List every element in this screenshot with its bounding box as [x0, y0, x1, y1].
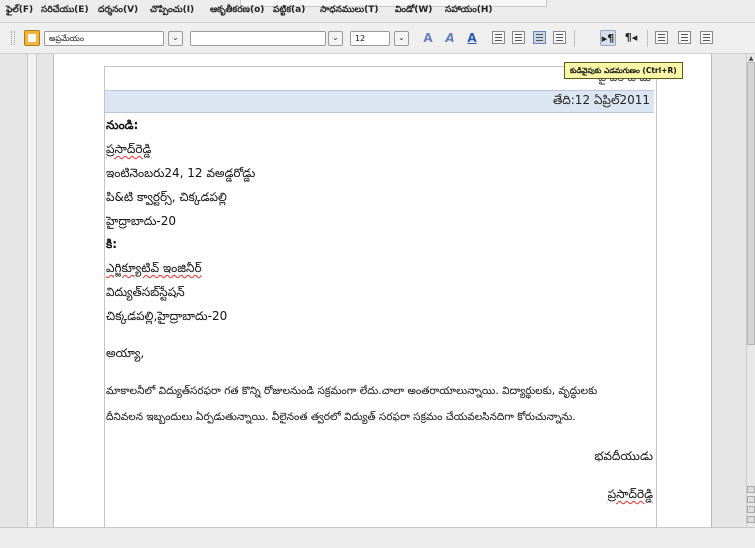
previous-page-icon[interactable]: [747, 486, 755, 493]
menu-window[interactable]: విండో(W): [395, 5, 432, 17]
font-color-icon[interactable]: A: [464, 30, 480, 46]
font-name-select[interactable]: [190, 31, 326, 46]
right-to-left-icon[interactable]: ¶◂: [623, 30, 639, 46]
sender-address-line2: పి&టి క్వార్టర్స్, చిక్కడపల్లి: [106, 190, 227, 204]
to-label: కి:: [106, 237, 118, 251]
align-center-icon[interactable]: [512, 31, 525, 44]
sender-address-line1: ఇంటినెంబరు24, 12 వఅడ్డరోడ్డు: [106, 166, 256, 180]
fontwork-icon[interactable]: A: [420, 30, 436, 46]
menu-help[interactable]: సహాయం(H): [445, 5, 493, 17]
italic-effect-icon[interactable]: A: [442, 30, 458, 46]
menu-insert[interactable]: చొప్పించు(I): [150, 5, 194, 17]
font-name-dropdown-button[interactable]: ⌄: [328, 31, 343, 46]
toolbar-grip[interactable]: [11, 31, 15, 45]
justify-icon[interactable]: [553, 31, 566, 44]
scroll-down-icon[interactable]: [747, 516, 755, 523]
sender-name: ప్రసాద్‌రెడ్డి: [106, 142, 152, 156]
signature: ప్రసాద్‌రెడ్డి: [607, 487, 653, 501]
recipient-city: చిక్కడపల్లి,హైద్రాబాదు-20: [106, 309, 228, 323]
selected-date-line[interactable]: తేది:12 ఏప్రిల్2011: [105, 90, 654, 113]
body-line-1: మాకాలనీలో విద్యుత్‌సరఫరా గత కొన్ని రోజుల…: [106, 385, 598, 397]
toolbar-separator: [574, 30, 575, 47]
salutation: అయ్యా,: [106, 346, 145, 360]
menu-format[interactable]: ఆకృతీకరణ(o): [210, 5, 264, 17]
body-line-2: దీనివలన ఇబ్బందులు ఏర్పడుతున్నాయి. వీలైనం…: [106, 411, 576, 423]
date-text: తేది:12 ఏప్రిల్2011: [552, 93, 650, 107]
styles-icon[interactable]: [24, 30, 40, 46]
from-label: నుండి:: [106, 118, 139, 132]
navigator-icon[interactable]: [747, 496, 755, 503]
scrollbar-thumb[interactable]: [747, 62, 755, 345]
align-right-tooltip: కుడివైపుకు ఎడమగుణం (Ctrl+R): [564, 62, 683, 79]
menu-table[interactable]: పట్టిక(a): [273, 5, 305, 17]
bullets-icon[interactable]: [678, 31, 691, 44]
status-bar: [0, 527, 755, 548]
menu-bar: ఫైల్(F) సరిచేయు(E) దర్శనం(V) చొప్పించు(I…: [0, 0, 755, 23]
recipient-office: విద్యుత్‌సబ్‌స్టేషన్: [106, 285, 185, 299]
paragraph-style-dropdown-button[interactable]: ⌄: [168, 31, 183, 46]
sender-city: హైద్రాబాదు-20: [106, 214, 176, 228]
left-to-right-icon[interactable]: ▸¶: [600, 30, 616, 46]
formatting-toolbar: అప్రమేయం ⌄ ⌄ 12 ⌄ A A A ▸¶ ¶◂: [0, 23, 755, 54]
menu-tools[interactable]: సాధనములు(T): [320, 5, 378, 17]
toolbar-separator: [647, 30, 648, 47]
vertical-ruler: [27, 54, 37, 527]
closing: భవదీయుడు: [594, 449, 653, 463]
decrease-indent-icon[interactable]: [700, 31, 713, 44]
next-page-icon[interactable]: [747, 506, 755, 513]
align-left-icon[interactable]: [492, 31, 505, 44]
numbering-icon[interactable]: [655, 31, 668, 44]
paragraph-style-select[interactable]: అప్రమేయం: [44, 31, 164, 46]
text-boundaries: [104, 66, 657, 527]
align-right-icon[interactable]: [533, 31, 546, 44]
menu-edit[interactable]: సరిచేయు(E): [41, 5, 89, 17]
menu-file[interactable]: ఫైల్(F): [6, 5, 33, 17]
font-size-dropdown-button[interactable]: ⌄: [394, 31, 409, 46]
font-size-select[interactable]: 12: [350, 31, 390, 46]
recipient-title: ఎగ్జిక్యూటివ్ ఇంజినీర్: [106, 261, 202, 275]
menu-view[interactable]: దర్శనం(V): [98, 5, 138, 17]
